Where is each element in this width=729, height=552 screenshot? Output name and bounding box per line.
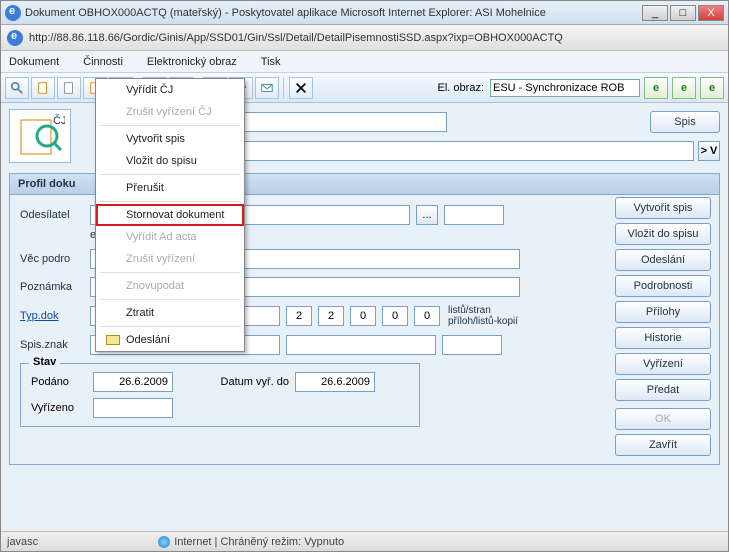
close-button[interactable]: X [698, 5, 724, 21]
dd-vyridit-ad-acta: Vyřídit Ad acta [96, 226, 244, 248]
titlebar: Dokument OBHOX000ACTQ (mateřský) - Posky… [1, 1, 728, 25]
dd-ztratit[interactable]: Ztratit [96, 302, 244, 324]
odesilatel-lookup-button[interactable]: ... [416, 205, 438, 225]
menu-cinnosti[interactable]: Činnosti [83, 56, 123, 68]
mail-icon [106, 335, 120, 345]
svg-text:ČJ: ČJ [53, 114, 65, 127]
dd-prerusit[interactable]: Přerušit [96, 177, 244, 199]
datum-vyr-label: Datum vyř. do [199, 376, 289, 388]
document-icon: ČJ [9, 109, 71, 163]
tool-x-icon[interactable] [289, 77, 313, 99]
odesilatel-extra-input[interactable] [444, 205, 504, 225]
zavrit-button[interactable]: Zavřít [615, 434, 711, 456]
dd-zrusit-vyrizeni-cj: Zrušit vyřízení ČJ [96, 101, 244, 123]
typ-dok-link[interactable]: Typ.dok [20, 310, 59, 322]
historie-button[interactable]: Historie [615, 327, 711, 349]
url-text[interactable]: http://88.86.118.66/Gordic/Ginis/App/SSD… [29, 32, 563, 44]
datum-vyr-input[interactable] [295, 372, 375, 392]
dd-stornovat-dokument[interactable]: Stornovat dokument [96, 204, 244, 226]
stav-title: Stav [29, 356, 60, 368]
dd-zrusit-vyrizeni: Zrušit vyřízení [96, 248, 244, 270]
e-button-3[interactable]: e [700, 77, 724, 99]
odeslani-button[interactable]: Odeslání [615, 249, 711, 271]
tool-mail-icon[interactable] [255, 77, 279, 99]
ok-button: OK [615, 408, 711, 430]
count-5[interactable] [414, 306, 440, 326]
statusbar: javasc Internet | Chráněný režim: Vypnut… [1, 531, 728, 551]
spis-znak-input-2[interactable] [286, 335, 436, 355]
tool-doc1-icon[interactable] [31, 77, 55, 99]
listu-label-2: příloh/listů-kopií [448, 316, 518, 327]
ie-favicon [7, 30, 23, 46]
minimize-button[interactable]: _ [642, 5, 668, 21]
vyrizeni-button[interactable]: Vyřízení [615, 353, 711, 375]
predat-button[interactable]: Předat [615, 379, 711, 401]
vytvorit-spis-button[interactable]: Vytvořit spis [615, 197, 711, 219]
go-button[interactable]: > V [698, 141, 720, 161]
count-3[interactable] [350, 306, 376, 326]
dd-vlozit-do-spisu[interactable]: Vložit do spisu [96, 150, 244, 172]
tool-search-icon[interactable] [5, 77, 29, 99]
prilohy-button[interactable]: Přílohy [615, 301, 711, 323]
globe-icon [158, 536, 170, 548]
dd-vyridit-cj[interactable]: Vyřídit ČJ [96, 79, 244, 101]
spis-znak-input-3[interactable] [442, 335, 502, 355]
spis-button[interactable]: Spis [650, 111, 720, 133]
count-1[interactable] [286, 306, 312, 326]
window-title: Dokument OBHOX000ACTQ (mateřský) - Posky… [25, 7, 642, 19]
e-button-1[interactable]: e [644, 77, 668, 99]
vlozit-do-spisu-button[interactable]: Vložit do spisu [615, 223, 711, 245]
stav-group: Stav Podáno Datum vyř. do Vyřízeno [20, 363, 420, 427]
menu-dokument[interactable]: Dokument [9, 56, 59, 68]
elobraz-input[interactable] [490, 79, 640, 97]
dd-znovupodat: Znovupodat [96, 275, 244, 297]
podano-label: Podáno [31, 376, 87, 388]
cinnosti-dropdown: Vyřídit ČJ Zrušit vyřízení ČJ Vytvořit s… [95, 78, 245, 352]
vyrizeno-label: Vyřízeno [31, 402, 87, 414]
ie-icon [5, 5, 21, 21]
podano-input[interactable] [93, 372, 173, 392]
status-left: javasc [7, 536, 38, 548]
tool-doc2-icon[interactable] [57, 77, 81, 99]
dd-vytvorit-spis[interactable]: Vytvořit spis [96, 128, 244, 150]
count-2[interactable] [318, 306, 344, 326]
vec-podr-label: Věc podro [20, 253, 84, 265]
status-mid: Internet | Chráněný režim: Vypnuto [174, 536, 344, 548]
menu-tisk[interactable]: Tisk [261, 56, 281, 68]
odesilatel-label: Odesílatel [20, 209, 84, 221]
spis-znak-label: Spis.znak [20, 339, 84, 351]
address-bar: http://88.86.118.66/Gordic/Ginis/App/SSD… [1, 25, 728, 51]
e-button-2[interactable]: e [672, 77, 696, 99]
podrobnosti-button[interactable]: Podrobnosti [615, 275, 711, 297]
poznamka-label: Poznámka [20, 281, 84, 293]
elobraz-label: El. obraz: [438, 82, 484, 94]
dd-odeslani[interactable]: Odeslání [96, 329, 244, 351]
menu-el-obraz[interactable]: Elektronický obraz [147, 56, 237, 68]
menubar: Dokument Činnosti Elektronický obraz Tis… [1, 51, 728, 73]
maximize-button[interactable]: □ [670, 5, 696, 21]
count-4[interactable] [382, 306, 408, 326]
listu-label-1: listů/stran [448, 305, 518, 316]
vyrizeno-input[interactable] [93, 398, 173, 418]
